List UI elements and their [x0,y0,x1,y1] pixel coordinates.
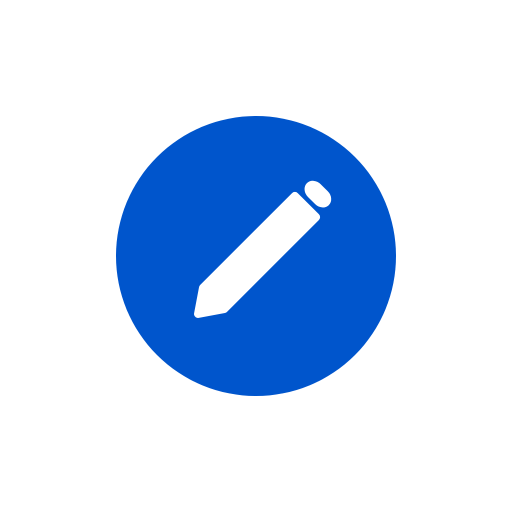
edit-button[interactable] [116,116,396,396]
pencil-icon [194,180,332,318]
canvas [0,0,512,512]
